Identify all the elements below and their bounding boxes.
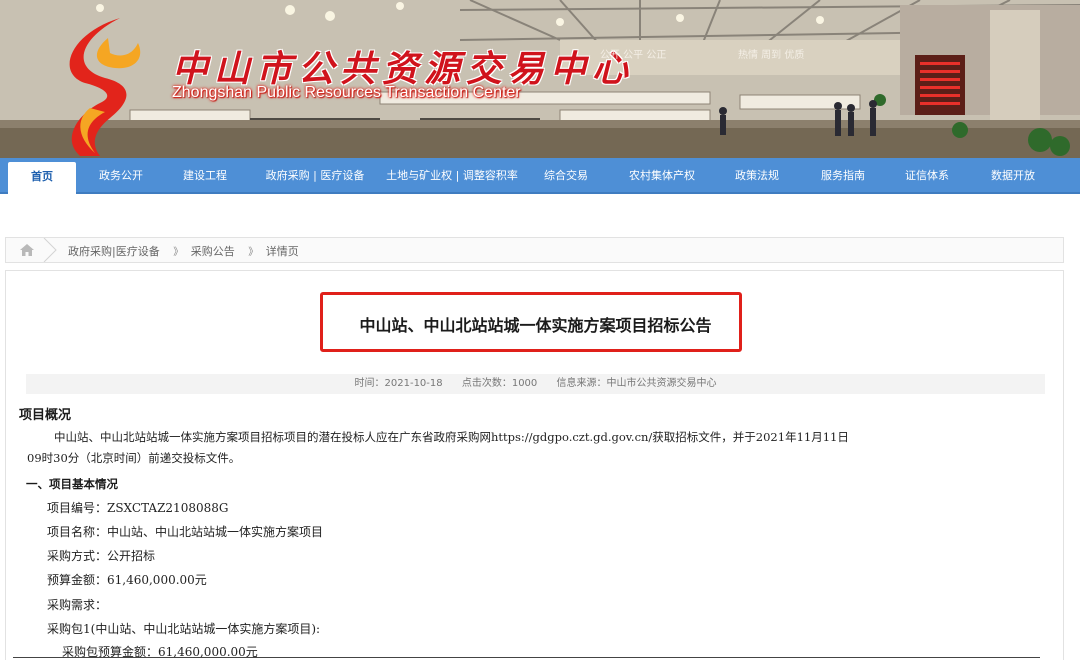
breadcrumb-item-detail: 详情页 (265, 245, 299, 258)
overview-text-line1: 中山站、中山北站站城一体实施方案项目招标项目的潜在投标人应在广东省政府采购网ht… (54, 430, 849, 444)
breadcrumb-item-procurement[interactable]: 政府采购|医疗设备 (68, 245, 160, 258)
breadcrumb-separator: 》 (248, 247, 259, 258)
overview-heading: 项目概况 (19, 408, 72, 423)
budget-amount: 预算金额：61,460,000.00元 (47, 573, 207, 587)
nav-item-gov-affairs[interactable]: 政务公开 (88, 158, 154, 194)
procurement-method: 采购方式：公开招标 (47, 549, 156, 563)
procurement-demand: 采购需求： (47, 598, 108, 612)
article-meta: 时间：2021-10-18 点击次数：1000 信息来源：中山市公共资源交易中心 (26, 374, 1045, 394)
breadcrumb-chevron-icon (43, 238, 57, 262)
meta-clicks: 点击次数：1000 (461, 378, 538, 389)
breadcrumb-item-announcement[interactable]: 采购公告 (191, 245, 235, 258)
nav-item-rural-property[interactable]: 农村集体产权 (614, 158, 710, 194)
nav-item-credit-system[interactable]: 证信体系 (894, 158, 960, 194)
hall-sign-left: 公开 公平 公正 (600, 50, 667, 61)
procurement-package: 采购包1(中山站、中山北站站城一体实施方案项目): (47, 622, 321, 636)
meta-time: 时间：2021-10-18 (354, 378, 443, 389)
nav-item-gov-procurement[interactable]: 政府采购 | 医疗设备 (256, 158, 374, 194)
nav-item-home[interactable]: 首页 (8, 162, 76, 194)
nav-item-construction[interactable]: 建设工程 (172, 158, 238, 194)
site-title-en: Zhongshan Public Resources Transaction C… (172, 84, 521, 101)
nav-item-service-guide[interactable]: 服务指南 (810, 158, 876, 194)
hall-sign-right: 热情 周到 优质 (738, 50, 805, 61)
breadcrumb: 政府采购|医疗设备 》 采购公告 》 详情页 (5, 237, 1064, 263)
nav-item-policy[interactable]: 政策法规 (724, 158, 790, 194)
site-banner: 中山市公共资源交易中心 Zhongshan Public Resources T… (0, 0, 1080, 158)
logo-icon (69, 18, 141, 156)
breadcrumb-separator: 》 (173, 247, 184, 258)
nav-item-integrated-trade[interactable]: 综合交易 (530, 158, 602, 194)
nav-item-open-data[interactable]: 数据开放 (980, 158, 1046, 194)
project-name: 项目名称：中山站、中山北站站城一体实施方案项目 (47, 525, 324, 539)
divider (13, 657, 1040, 658)
overview-text-line2: 09时30分（北京时间）前递交投标文件。 (27, 451, 241, 465)
project-number: 项目编号：ZSXCTAZ2108088G (47, 501, 229, 515)
article-title: 中山站、中山北站站城一体实施方案项目招标公告 (359, 316, 712, 335)
main-nav: 首页 政务公开 建设工程 政府采购 | 医疗设备 土地与矿业权 | 调整容积率 … (0, 158, 1080, 194)
section1-heading: 一、项目基本情况 (26, 477, 118, 491)
nav-item-land-mining[interactable]: 土地与矿业权 | 调整容积率 (380, 158, 524, 194)
meta-source: 信息来源：中山市公共资源交易中心 (556, 378, 717, 389)
